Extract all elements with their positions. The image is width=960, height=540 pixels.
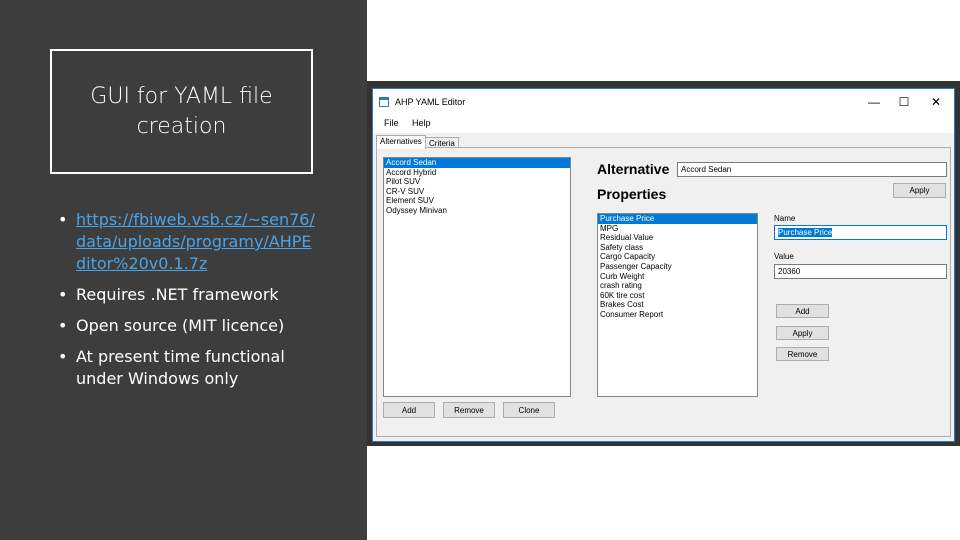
list-item[interactable]: Curb Weight: [598, 272, 757, 282]
bullet-item-link: • https://fbiweb.vsb.cz/~sen76/data/uploa…: [58, 209, 316, 275]
tab-alternatives[interactable]: Alternatives: [376, 135, 426, 149]
add-property-button[interactable]: Add: [776, 304, 829, 318]
bullet-item-licence: • Open source (MIT licence): [58, 315, 316, 337]
bullet-dot-icon: •: [58, 285, 68, 304]
list-item[interactable]: Brakes Cost: [598, 300, 757, 310]
name-label: Name: [774, 214, 796, 223]
title-bar[interactable]: AHP YAML Editor — ☐ ✕: [373, 89, 954, 115]
alternatives-list[interactable]: Accord Sedan Accord Hybrid Pilot SUV CR-…: [383, 157, 571, 397]
slide-left-panel: GUI for YAML file creation • https://fbiw…: [0, 0, 367, 540]
bullet-text: Requires .NET framework: [76, 285, 279, 304]
menu-bar: File Help: [373, 115, 954, 133]
bullet-item-platform: • At present time functional under Window…: [58, 346, 316, 390]
list-item[interactable]: Element SUV: [384, 196, 570, 206]
list-item[interactable]: Pilot SUV: [384, 177, 570, 187]
close-button[interactable]: ✕: [921, 93, 951, 111]
list-item[interactable]: crash rating: [598, 281, 757, 291]
menu-file[interactable]: File: [384, 118, 399, 128]
alternatives-tab-page: Accord Sedan Accord Hybrid Pilot SUV CR-…: [376, 147, 951, 437]
slide-title: GUI for YAML file creation: [90, 83, 273, 139]
app-window: AHP YAML Editor — ☐ ✕ File Help Alternat…: [372, 88, 955, 442]
clone-alternative-button[interactable]: Clone: [503, 402, 555, 418]
list-item[interactable]: Consumer Report: [598, 310, 757, 320]
bullet-dot-icon: •: [58, 210, 68, 229]
remove-property-button[interactable]: Remove: [776, 347, 829, 361]
list-item[interactable]: MPG: [598, 224, 757, 234]
property-value-field[interactable]: 20360: [774, 264, 947, 279]
bullet-list: • https://fbiweb.vsb.cz/~sen76/data/uploa…: [58, 209, 316, 399]
slide-title-box: GUI for YAML file creation: [50, 49, 313, 174]
bullet-item-requirement: • Requires .NET framework: [58, 284, 316, 306]
minimize-button[interactable]: —: [859, 93, 889, 111]
property-name-value: Purchase Price: [778, 228, 833, 237]
alternative-heading: Alternative: [597, 161, 670, 177]
app-icon: [379, 97, 389, 107]
bullet-dot-icon: •: [58, 316, 68, 335]
list-item[interactable]: Passenger Capacity: [598, 262, 757, 272]
list-item[interactable]: Accord Sedan: [384, 158, 570, 168]
properties-heading: Properties: [597, 186, 667, 202]
list-item[interactable]: Residual Value: [598, 233, 757, 243]
apply-property-button[interactable]: Apply: [776, 326, 829, 340]
bullet-text: At present time functional under Windows…: [76, 347, 285, 388]
maximize-button[interactable]: ☐: [889, 93, 919, 111]
value-label: Value: [774, 252, 794, 261]
list-item[interactable]: Accord Hybrid: [384, 168, 570, 178]
bullet-dot-icon: •: [58, 347, 68, 366]
list-item[interactable]: 60K tire cost: [598, 291, 757, 301]
list-item[interactable]: CR-V SUV: [384, 187, 570, 197]
window-title: AHP YAML Editor: [395, 97, 466, 107]
remove-alternative-button[interactable]: Remove: [443, 402, 495, 418]
apply-alternative-button[interactable]: Apply: [893, 183, 946, 198]
menu-help[interactable]: Help: [412, 118, 431, 128]
list-item[interactable]: Cargo Capacity: [598, 252, 757, 262]
bullet-text: Open source (MIT licence): [76, 316, 285, 335]
list-item[interactable]: Safety class: [598, 243, 757, 253]
properties-list[interactable]: Purchase Price MPG Residual Value Safety…: [597, 213, 758, 397]
download-link[interactable]: https://fbiweb.vsb.cz/~sen76/data/upload…: [76, 210, 315, 273]
property-name-field[interactable]: Purchase Price: [774, 225, 947, 240]
list-item[interactable]: Purchase Price: [598, 214, 757, 224]
alternative-name-field[interactable]: Accord Sedan: [677, 162, 947, 177]
add-alternative-button[interactable]: Add: [383, 402, 435, 418]
list-item[interactable]: Odyssey Minivan: [384, 206, 570, 216]
